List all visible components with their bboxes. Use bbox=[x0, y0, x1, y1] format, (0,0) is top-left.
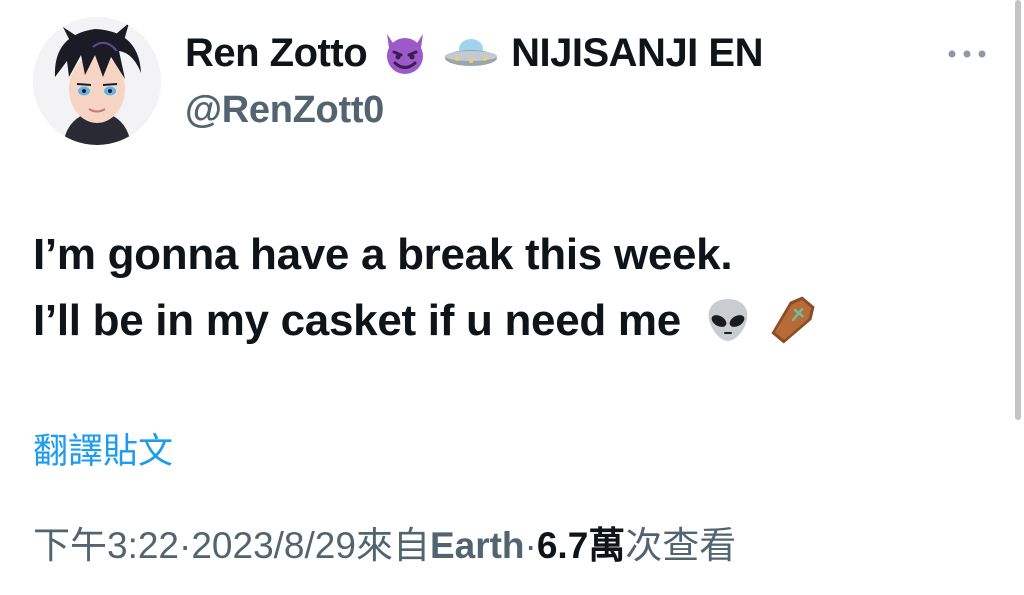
meta-separator: · bbox=[179, 525, 192, 566]
translate-post-link[interactable]: 翻譯貼文 bbox=[33, 423, 173, 474]
author-name-row[interactable]: Ren Zotto NIJISANJI EN bbox=[185, 30, 763, 76]
tweet-line-2: I’ll be in my casket if u need me bbox=[33, 296, 681, 345]
post-date[interactable]: 2023/8/29 bbox=[191, 525, 356, 567]
tweet-text-line: I’m gonna have a break this week. bbox=[33, 222, 823, 288]
scrollbar-thumb[interactable] bbox=[1015, 0, 1021, 420]
views-label: 次查看 bbox=[625, 525, 737, 566]
more-options-button[interactable] bbox=[944, 40, 990, 68]
views-count[interactable]: 6.7萬 bbox=[537, 515, 625, 569]
tweet-line-1: I’m gonna have a break this week. bbox=[33, 230, 733, 279]
tweet-text: I’m gonna have a break this week. I’ll b… bbox=[33, 222, 823, 354]
author-display-name[interactable]: Ren Zotto bbox=[185, 31, 368, 76]
more-dots-icon bbox=[948, 50, 986, 58]
smiling-devil-icon bbox=[381, 30, 429, 76]
tweet-text-line: I’ll be in my casket if u need me bbox=[33, 288, 823, 354]
post-time[interactable]: 下午3:22 bbox=[33, 515, 179, 569]
coffin-icon bbox=[771, 296, 815, 344]
author-affiliation: NIJISANJI EN bbox=[511, 30, 763, 75]
post-source: Earth bbox=[429, 525, 525, 566]
source-prefix: 來自 bbox=[355, 525, 430, 566]
tweet-meta: 下午3:22 · 2023/8/29 來自 Earth · 6.7萬 次查看 bbox=[33, 515, 736, 569]
avatar-image bbox=[33, 17, 161, 145]
alien-icon bbox=[708, 299, 748, 341]
avatar[interactable] bbox=[33, 17, 161, 145]
scrollbar[interactable] bbox=[1012, 0, 1024, 595]
author-handle[interactable]: @RenZott0 bbox=[185, 89, 384, 132]
meta-separator: · bbox=[524, 525, 537, 566]
ufo-icon bbox=[443, 33, 499, 73]
